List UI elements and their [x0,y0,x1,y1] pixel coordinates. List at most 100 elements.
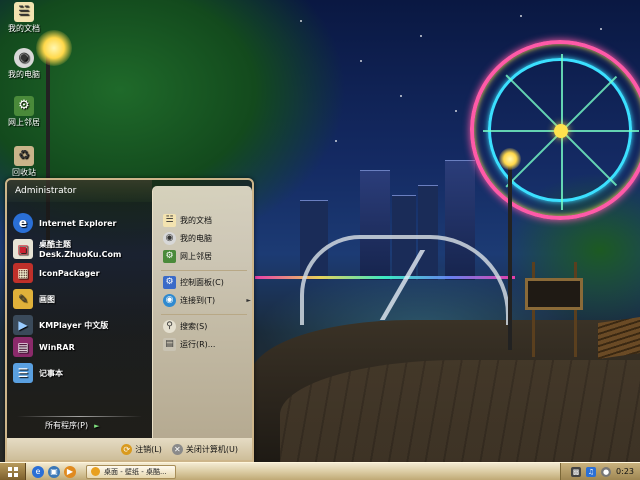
separator [161,314,247,315]
place-network-places[interactable]: ⚙ 网上邻居 [163,248,251,264]
volume-tray-icon[interactable]: ♫ [586,466,597,477]
program-label: WinRAR [39,342,75,352]
program-label: Internet Explorer [39,218,117,228]
street-lamp [508,160,512,350]
internet-explorer-icon: e [13,213,33,233]
places-pane: ☱ 我的文档 ◉ 我的电脑 ⚙ 网上邻居 ⚙ 控制面板(C) ◉ 连接到(T) … [152,186,252,438]
control-panel-label: 控制面板(C) [180,277,224,287]
network-places-icon: ⚙ [14,96,34,116]
connect-to-item[interactable]: ◉ 连接到(T) ► [163,292,251,308]
taskbar: e ▣ ▶ 桌面 - 壁纸 - 桌酷... ▩ ♫ ● 0:23 [0,462,640,480]
winrar-icon: ▤ [13,337,33,357]
logoff-label: 注销(L) [135,444,162,454]
search-icon: ⚲ [163,319,176,333]
program-internet-explorer[interactable]: e Internet Explorer [13,212,151,234]
desktop-icon-network-places[interactable]: ⚙ 网上邻居 [2,96,46,128]
my-computer-icon: ◉ [163,231,176,245]
my-computer-icon: ◉ [14,48,34,68]
all-programs-button[interactable]: 所有程序(P) ► [45,420,99,431]
program-zhuoku-theme[interactable]: ▣ 桌酷主题Desk.ZhuoKu.Com [13,238,151,260]
park-sign [525,278,583,310]
iconpackager-icon: ▦ [13,263,33,283]
taskbar-window-button[interactable]: 桌面 - 壁纸 - 桌酷... [86,464,176,479]
run-icon: ▤ [163,337,176,351]
star [400,95,402,97]
star [520,15,522,17]
desktop-icon-label: 网上邻居 [8,118,40,127]
media-player-icon[interactable]: ▶ [64,465,76,478]
program-label: 画图 [39,294,55,304]
close-icon: ✕ [171,443,183,455]
place-label: 我的文档 [180,215,212,225]
desktop-icon-label: 回收站 [12,168,36,177]
zhuoku-theme-icon: ▣ [13,239,33,259]
ferris-wheel [470,40,640,220]
desktop-icon-recycle-bin[interactable]: ♻ 回收站 [2,146,46,178]
start-menu: Administrator e Internet Explorer ▣ 桌酷主题… [5,178,254,462]
clock[interactable]: 0:23 [616,467,634,476]
star [455,110,457,112]
user-name: Administrator [15,186,77,196]
internet-explorer-icon[interactable]: e [32,465,44,478]
run-label: 运行(R)... [180,339,216,349]
all-programs-label: 所有程序(P) [45,421,89,430]
search-label: 搜索(S) [180,321,208,331]
quick-launch: e ▣ ▶ [26,463,82,480]
connect-to-icon: ◉ [163,293,176,307]
my-documents-icon: ☱ [14,2,34,22]
program-kmplayer[interactable]: ▶ KMPlayer 中文版 [13,314,151,336]
logoff-icon: ⟳ [121,443,133,455]
program-notepad[interactable]: ☰ 记事本 [13,362,151,384]
program-winrar[interactable]: ▤ WinRAR [13,336,151,358]
place-label: 网上邻居 [180,251,212,261]
programs-pane: e Internet Explorer ▣ 桌酷主题Desk.ZhuoKu.Co… [7,202,152,438]
network-tray-icon[interactable]: ▩ [571,466,582,477]
kmplayer-icon: ▶ [13,315,33,335]
control-panel-item[interactable]: ⚙ 控制面板(C) [163,274,251,290]
star [600,28,602,30]
paint-icon: ✎ [13,289,33,309]
place-my-computer[interactable]: ◉ 我的电脑 [163,230,251,246]
network-places-icon: ⚙ [163,249,176,263]
browser-icon [91,467,100,476]
desktop-icon-my-computer[interactable]: ◉ 我的电脑 [2,48,46,80]
program-label: IconPackager [39,268,100,278]
separator [17,416,142,417]
my-documents-icon: ☱ [163,213,176,227]
show-desktop-icon[interactable]: ▣ [48,465,60,478]
ferris-wheel-hub [554,124,568,138]
separator [161,270,247,271]
place-label: 我的电脑 [180,233,212,243]
desktop-icon-my-documents[interactable]: ☱ 我的文档 [2,2,46,34]
tray-app-icon[interactable]: ● [601,466,612,477]
arrow-right-icon: ► [246,296,251,304]
taskbar-window-label: 桌面 - 壁纸 - 桌酷... [104,467,167,476]
desktop-icon-label: 我的电脑 [8,70,40,79]
park-path [280,360,640,462]
desktop-icon-label: 我的文档 [8,24,40,33]
system-tray: ▩ ♫ ● 0:23 [560,462,640,480]
program-label: KMPlayer 中文版 [39,320,109,330]
search-item[interactable]: ⚲ 搜索(S) [163,318,251,334]
shutdown-button[interactable]: ✕ 关闭计算机(U) [171,443,238,455]
shutdown-label: 关闭计算机(U) [185,444,238,454]
program-iconpackager[interactable]: ▦ IconPackager [13,262,151,284]
start-button[interactable] [0,462,26,480]
logoff-button[interactable]: ⟳ 注销(L) [121,443,162,455]
program-paint[interactable]: ✎ 画图 [13,288,151,310]
arrow-right-icon: ► [94,422,100,430]
park-bench [598,317,640,359]
windows-logo-icon [7,466,18,477]
place-my-documents[interactable]: ☱ 我的文档 [163,212,251,228]
program-label: 记事本 [39,368,63,378]
star [335,140,337,142]
run-item[interactable]: ▤ 运行(R)... [163,336,251,352]
program-label: 桌酷主题Desk.ZhuoKu.Com [39,240,122,259]
control-panel-icon: ⚙ [163,275,176,289]
start-menu-footer: ⟳ 注销(L) ✕ 关闭计算机(U) [7,438,252,460]
user-header: Administrator [7,180,152,202]
connect-to-label: 连接到(T) [180,295,216,305]
star [420,35,422,37]
notepad-icon: ☰ [13,363,33,383]
lamp-glow [499,148,521,170]
